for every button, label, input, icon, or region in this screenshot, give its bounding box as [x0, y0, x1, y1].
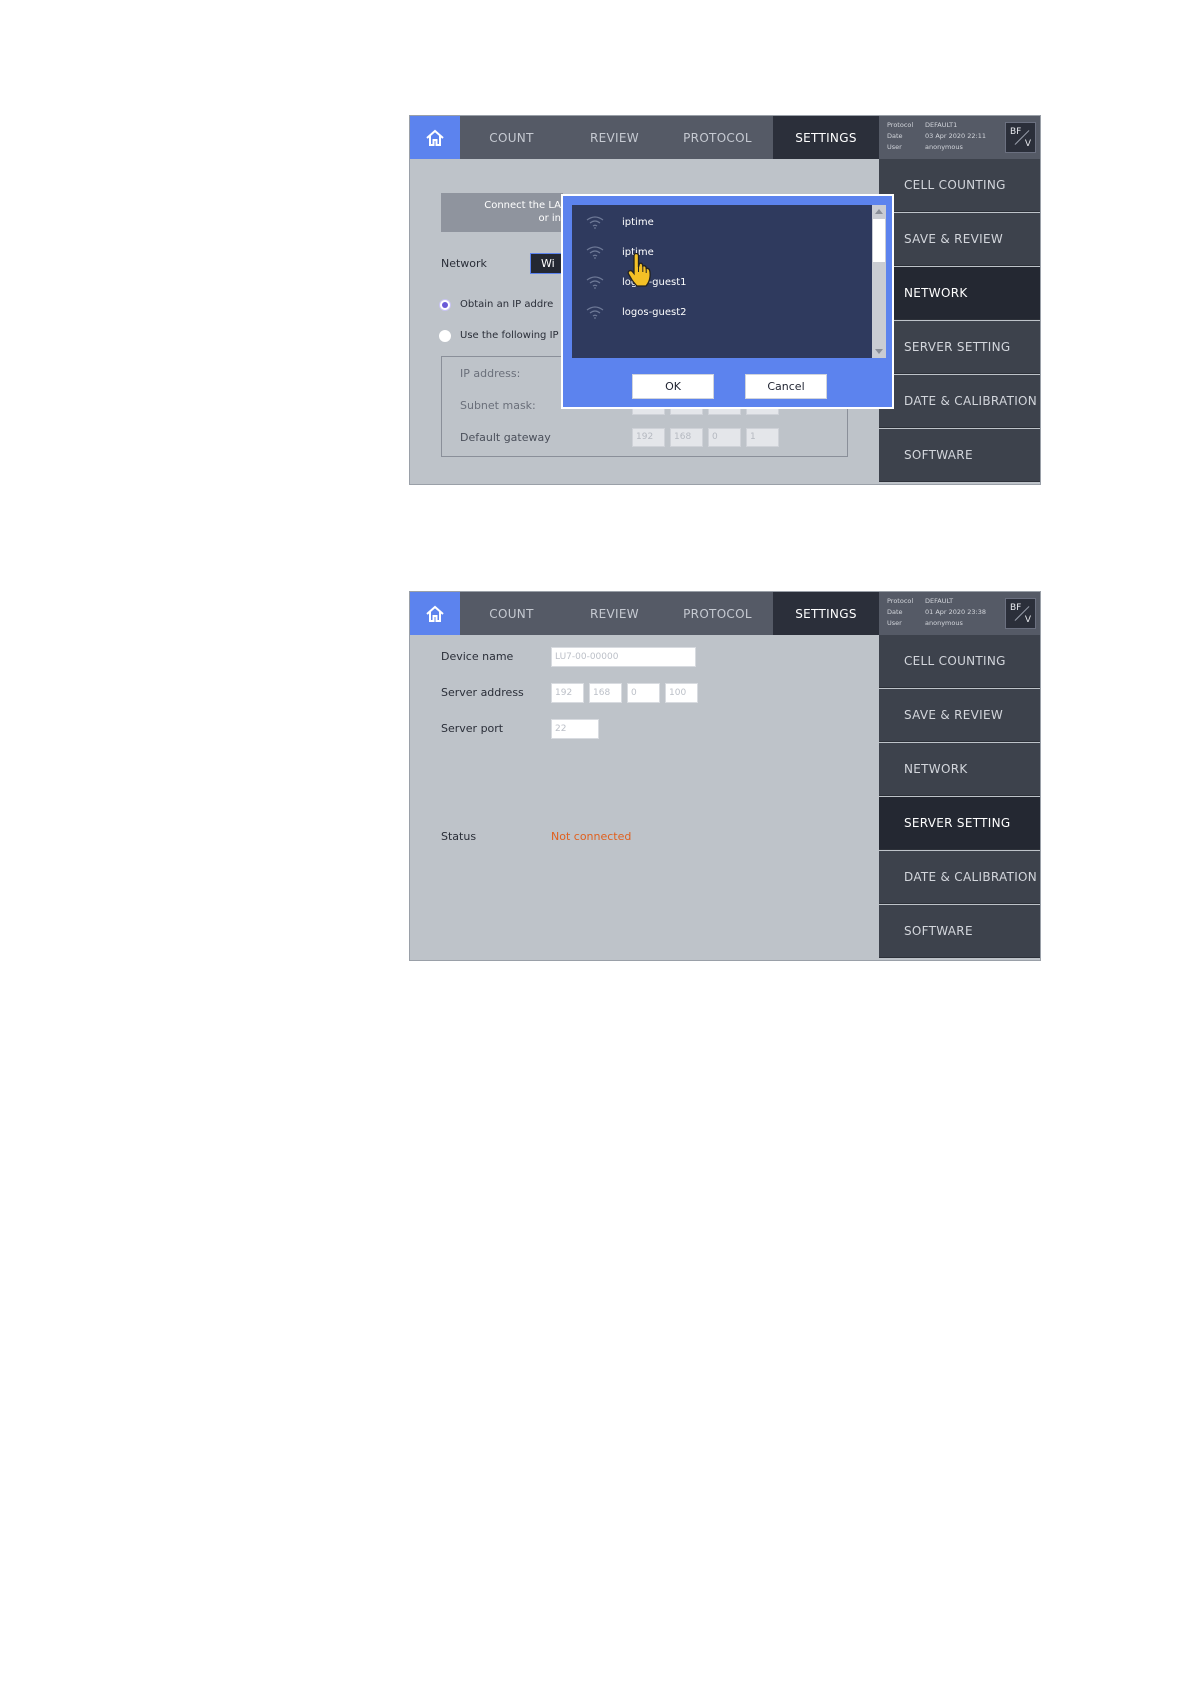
- wifi-list-scrollbar[interactable]: [872, 205, 886, 358]
- info-user-value: anonymous: [925, 143, 963, 151]
- sidebar-item-cell-counting[interactable]: CELL COUNTING: [879, 159, 1040, 212]
- session-info: Protocol DEFAULT Date 01 Apr 2020 23:38 Us…: [880, 592, 1040, 635]
- bf-label: BF: [1010, 127, 1022, 137]
- server-address-octet-2[interactable]: 168: [589, 683, 622, 703]
- cancel-button[interactable]: Cancel: [745, 374, 827, 399]
- sidebar-item-network[interactable]: NETWORK: [879, 743, 1040, 796]
- info-protocol-label: Protocol: [887, 121, 914, 129]
- wifi-network-name: iptime: [622, 216, 654, 228]
- wifi-network-item[interactable]: iptime: [586, 212, 654, 232]
- subnet-mask-label: Subnet mask:: [460, 399, 536, 412]
- gateway-octet-3[interactable]: 0: [708, 428, 741, 447]
- sidebar-item-save-review[interactable]: SAVE & REVIEW: [879, 213, 1040, 266]
- tab-settings[interactable]: SETTINGS: [773, 592, 879, 635]
- scroll-thumb[interactable]: [873, 219, 885, 262]
- sidebar-item-date-calibration[interactable]: DATE & CALIBRATION: [879, 375, 1040, 428]
- network-label: Network: [441, 257, 487, 270]
- sidebar-item-software[interactable]: SOFTWARE: [879, 905, 1040, 958]
- info-date-label: Date: [887, 608, 903, 616]
- status-label: Status: [441, 830, 477, 843]
- wifi-icon: [586, 305, 604, 319]
- top-bar: COUNT REVIEW PROTOCOL SETTINGS Protocol D…: [410, 592, 1040, 635]
- info-user-label: User: [887, 619, 902, 627]
- scroll-up-arrow-icon[interactable]: [875, 209, 883, 214]
- info-user-label: User: [887, 143, 902, 151]
- banner-line-1: Connect the LA: [484, 200, 561, 211]
- wifi-select-dialog: iptime iptime logos-guest1 logos-guest2 …: [561, 194, 894, 409]
- wifi-icon: [586, 215, 604, 229]
- sidebar-item-server-setting[interactable]: SERVER SETTING: [879, 797, 1040, 850]
- info-date-label: Date: [887, 132, 903, 140]
- server-address-octet-4[interactable]: 100: [665, 683, 698, 703]
- home-button[interactable]: [410, 592, 460, 635]
- info-protocol-value: DEFAULT: [925, 597, 954, 605]
- info-date-value: 03 Apr 2020 22:11: [925, 132, 986, 140]
- ok-button[interactable]: OK: [632, 374, 714, 399]
- obtain-ip-radio[interactable]: [439, 299, 451, 311]
- bf-v-toggle-button[interactable]: BF V: [1005, 598, 1036, 629]
- wifi-network-name: logos-guest2: [622, 306, 687, 318]
- info-user-value: anonymous: [925, 619, 963, 627]
- default-gateway-label: Default gateway: [460, 431, 551, 444]
- server-port-field[interactable]: 22: [551, 719, 599, 739]
- wifi-network-list[interactable]: iptime iptime logos-guest1 logos-guest2: [572, 205, 886, 358]
- obtain-ip-label: Obtain an IP addre: [460, 299, 554, 310]
- use-following-ip-radio[interactable]: [439, 330, 451, 342]
- sidebar-item-date-calibration[interactable]: DATE & CALIBRATION: [879, 851, 1040, 904]
- tab-count[interactable]: COUNT: [460, 116, 563, 159]
- ip-address-label: IP address:: [460, 367, 521, 380]
- info-date-value: 01 Apr 2020 23:38: [925, 608, 986, 616]
- home-icon: [426, 605, 444, 622]
- sidebar-item-server-setting[interactable]: SERVER SETTING: [879, 321, 1040, 374]
- home-button[interactable]: [410, 116, 460, 159]
- tab-count[interactable]: COUNT: [460, 592, 563, 635]
- tab-review[interactable]: REVIEW: [563, 592, 666, 635]
- network-settings-screen: COUNT REVIEW PROTOCOL SETTINGS Protocol D…: [409, 115, 1041, 485]
- sidebar-item-software[interactable]: SOFTWARE: [879, 429, 1040, 482]
- wifi-icon: [586, 275, 604, 289]
- info-protocol-label: Protocol: [887, 597, 914, 605]
- sidebar-item-network[interactable]: NETWORK: [879, 267, 1040, 320]
- banner-line-2: or in: [538, 213, 561, 224]
- device-name-label: Device name: [441, 650, 514, 663]
- gateway-octet-1[interactable]: 192: [632, 428, 665, 447]
- home-icon: [426, 129, 444, 146]
- server-port-label: Server port: [441, 722, 504, 735]
- bf-v-toggle-button[interactable]: BF V: [1005, 122, 1036, 153]
- sidebar-item-cell-counting[interactable]: CELL COUNTING: [879, 635, 1040, 688]
- connect-lan-banner: Connect the LA or in: [441, 193, 563, 232]
- server-address-octet-3[interactable]: 0: [627, 683, 660, 703]
- gateway-octet-2[interactable]: 168: [670, 428, 703, 447]
- v-label: V: [1024, 139, 1031, 149]
- v-label: V: [1024, 615, 1031, 625]
- use-following-ip-label: Use the following IP: [460, 330, 559, 341]
- hand-pointer-icon: [627, 253, 651, 287]
- tab-protocol[interactable]: PROTOCOL: [666, 116, 769, 159]
- tab-review[interactable]: REVIEW: [563, 116, 666, 159]
- wifi-icon: [586, 245, 604, 259]
- server-address-octet-1[interactable]: 192: [551, 683, 584, 703]
- device-name-field[interactable]: LU7-00-00000: [551, 647, 696, 667]
- top-bar: COUNT REVIEW PROTOCOL SETTINGS Protocol D…: [410, 116, 1040, 159]
- info-protocol-value: DEFAULT1: [925, 121, 958, 129]
- status-value: Not connected: [551, 830, 632, 843]
- gateway-octet-4[interactable]: 1: [746, 428, 779, 447]
- sidebar-item-save-review[interactable]: SAVE & REVIEW: [879, 689, 1040, 742]
- wifi-network-item[interactable]: logos-guest2: [586, 302, 687, 322]
- scroll-down-arrow-icon[interactable]: [875, 349, 883, 354]
- server-settings-screen: COUNT REVIEW PROTOCOL SETTINGS Protocol D…: [409, 591, 1041, 961]
- tab-protocol[interactable]: PROTOCOL: [666, 592, 769, 635]
- tab-settings[interactable]: SETTINGS: [773, 116, 879, 159]
- session-info: Protocol DEFAULT1 Date 03 Apr 2020 22:11 U…: [880, 116, 1040, 159]
- server-address-label: Server address: [441, 686, 524, 699]
- bf-label: BF: [1010, 603, 1022, 613]
